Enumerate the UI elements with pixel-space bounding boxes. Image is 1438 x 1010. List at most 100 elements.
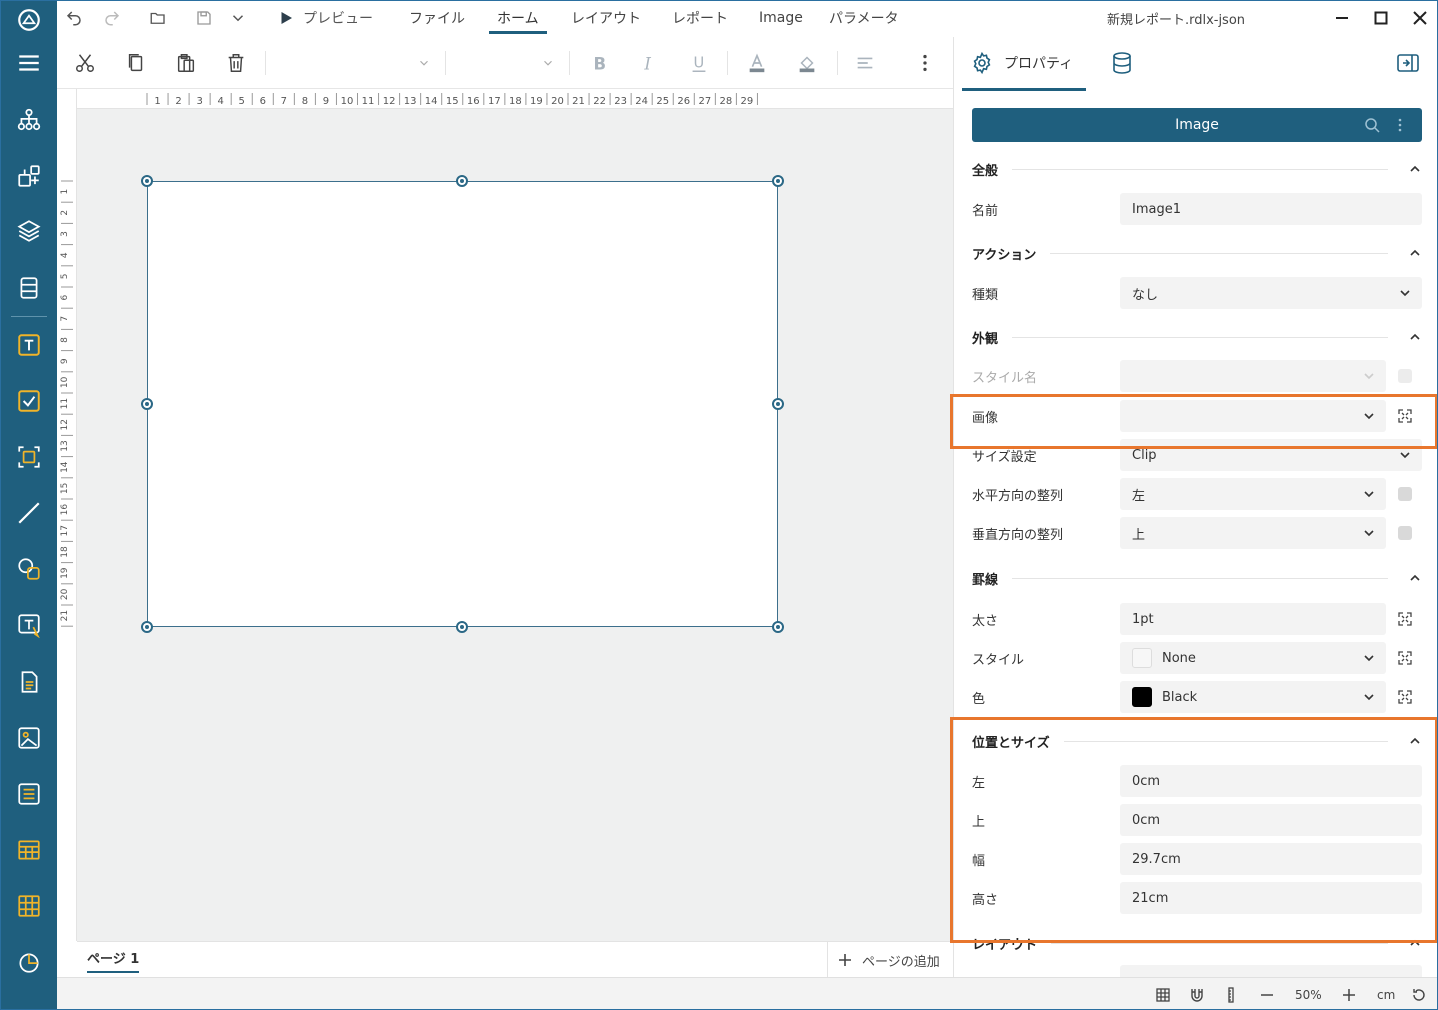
align-icon[interactable] [851, 49, 879, 77]
resize-handle-bottom-right[interactable] [772, 621, 784, 633]
components-icon[interactable] [14, 161, 44, 191]
bold-icon[interactable]: B [585, 49, 613, 77]
resize-handle-left[interactable] [141, 398, 153, 410]
richtext-icon[interactable] [14, 610, 44, 640]
section-position-size[interactable]: 位置とサイズ [972, 729, 1422, 753]
tablix-icon[interactable] [14, 891, 44, 921]
section-general[interactable]: 全般 [972, 157, 1422, 181]
line-icon[interactable] [14, 498, 44, 528]
italic-icon[interactable]: I [635, 49, 663, 77]
zoom-out-icon[interactable] [1259, 978, 1275, 1009]
section-appearance[interactable]: 外観 [972, 325, 1422, 349]
shape-icon[interactable] [14, 554, 44, 584]
table-icon[interactable] [14, 835, 44, 865]
sizing-dropdown[interactable]: Clip [1120, 439, 1422, 471]
data-icon[interactable] [14, 273, 44, 303]
image-icon[interactable] [14, 723, 44, 753]
zoom-level[interactable]: 50% [1295, 978, 1322, 1009]
redo-icon[interactable] [103, 1, 121, 35]
undo-icon[interactable] [65, 1, 83, 35]
save-dropdown-chevron-icon[interactable] [229, 1, 247, 35]
border-style-dropdown[interactable]: None [1120, 642, 1386, 674]
copy-icon[interactable] [122, 49, 150, 77]
cut-icon[interactable] [71, 49, 99, 77]
font-family-dropdown[interactable] [271, 51, 431, 75]
minimize-icon[interactable] [1329, 5, 1355, 31]
border-color-expression-icon[interactable] [1396, 688, 1414, 706]
properties-panel: プロパティ Image 全般 名前 Image1 アクション 種類 なし 外観 … [953, 37, 1437, 977]
menu-report[interactable]: レポート [672, 1, 728, 35]
border-width-input[interactable]: 1pt [1120, 603, 1386, 635]
image-dropdown[interactable] [1120, 400, 1386, 432]
font-size-dropdown[interactable] [451, 51, 555, 75]
resize-handle-bottom-left[interactable] [141, 621, 153, 633]
search-icon[interactable] [1364, 117, 1380, 133]
zoom-in-icon[interactable] [1341, 978, 1357, 1009]
border-width-expression-icon[interactable] [1396, 610, 1414, 628]
ruler-toggle-icon[interactable] [1223, 978, 1239, 1009]
barcode-icon[interactable] [14, 442, 44, 472]
menu-home[interactable]: ホーム [497, 1, 539, 35]
more-icon[interactable] [911, 49, 939, 77]
add-page-button[interactable]: ページの追加 [827, 942, 940, 978]
tab-properties[interactable]: プロパティ [970, 37, 1073, 89]
image-expression-icon[interactable] [1396, 407, 1414, 425]
more-vertical-icon[interactable] [1392, 117, 1408, 133]
unit-selector[interactable]: cm [1377, 978, 1395, 1009]
design-canvas[interactable] [77, 109, 953, 941]
maximize-icon[interactable] [1368, 5, 1394, 31]
style-name-dropdown[interactable] [1120, 360, 1386, 392]
selected-object-bar[interactable]: Image [972, 108, 1422, 142]
page-tab-1[interactable]: ページ 1 [87, 948, 140, 973]
halign-toggle[interactable] [1398, 487, 1412, 501]
resize-handle-right[interactable] [772, 398, 784, 410]
menu-layout[interactable]: レイアウト [571, 1, 641, 35]
halign-dropdown[interactable]: 左 [1120, 478, 1386, 510]
grid-icon[interactable] [1155, 978, 1171, 1009]
height-input[interactable]: 21cm [1120, 882, 1422, 914]
subreport-icon[interactable] [14, 667, 44, 697]
report-page[interactable] [147, 181, 778, 627]
save-icon[interactable] [195, 1, 213, 35]
layers-icon[interactable] [14, 216, 44, 246]
underline-icon[interactable]: U [685, 49, 713, 77]
resize-handle-top-left[interactable] [141, 175, 153, 187]
hierarchy-icon[interactable] [14, 105, 44, 135]
tab-data[interactable] [1110, 37, 1134, 89]
valign-toggle[interactable] [1398, 526, 1412, 540]
resize-handle-top[interactable] [456, 175, 468, 187]
close-icon[interactable] [1407, 5, 1433, 31]
border-style-expression-icon[interactable] [1396, 649, 1414, 667]
section-layout[interactable]: レイアウト [972, 931, 1422, 955]
width-input[interactable]: 29.7cm [1120, 843, 1422, 875]
name-input[interactable]: Image1 [1120, 193, 1422, 225]
preview-button[interactable]: プレビュー [277, 1, 373, 35]
list-icon[interactable] [14, 779, 44, 809]
textbox-icon[interactable] [14, 330, 44, 360]
chart-icon[interactable] [14, 947, 44, 977]
menu-image[interactable]: Image [759, 1, 803, 35]
panel-collapse-icon[interactable] [1396, 37, 1420, 89]
top-input[interactable]: 0cm [1120, 804, 1422, 836]
reset-zoom-icon[interactable] [1411, 978, 1427, 1009]
section-action[interactable]: アクション [972, 241, 1422, 265]
menu-icon[interactable] [14, 48, 44, 78]
menu-file[interactable]: ファイル [409, 1, 465, 35]
snap-magnet-icon[interactable] [1189, 978, 1205, 1009]
section-border[interactable]: 罫線 [972, 566, 1422, 590]
border-color-dropdown[interactable]: Black [1120, 681, 1386, 713]
valign-dropdown[interactable]: 上 [1120, 517, 1386, 549]
delete-icon[interactable] [222, 49, 250, 77]
fill-color-icon[interactable] [793, 49, 821, 77]
layout-field-partial[interactable] [1120, 965, 1422, 977]
checkbox-icon[interactable] [14, 386, 44, 416]
style-name-toggle[interactable] [1398, 369, 1412, 383]
left-input[interactable]: 0cm [1120, 765, 1422, 797]
open-folder-icon[interactable] [149, 1, 167, 35]
resize-handle-top-right[interactable] [772, 175, 784, 187]
resize-handle-bottom[interactable] [456, 621, 468, 633]
kind-dropdown[interactable]: なし [1120, 277, 1422, 309]
paste-icon[interactable] [172, 49, 200, 77]
menu-parameters[interactable]: パラメータ [829, 1, 899, 35]
font-color-icon[interactable] [743, 49, 771, 77]
